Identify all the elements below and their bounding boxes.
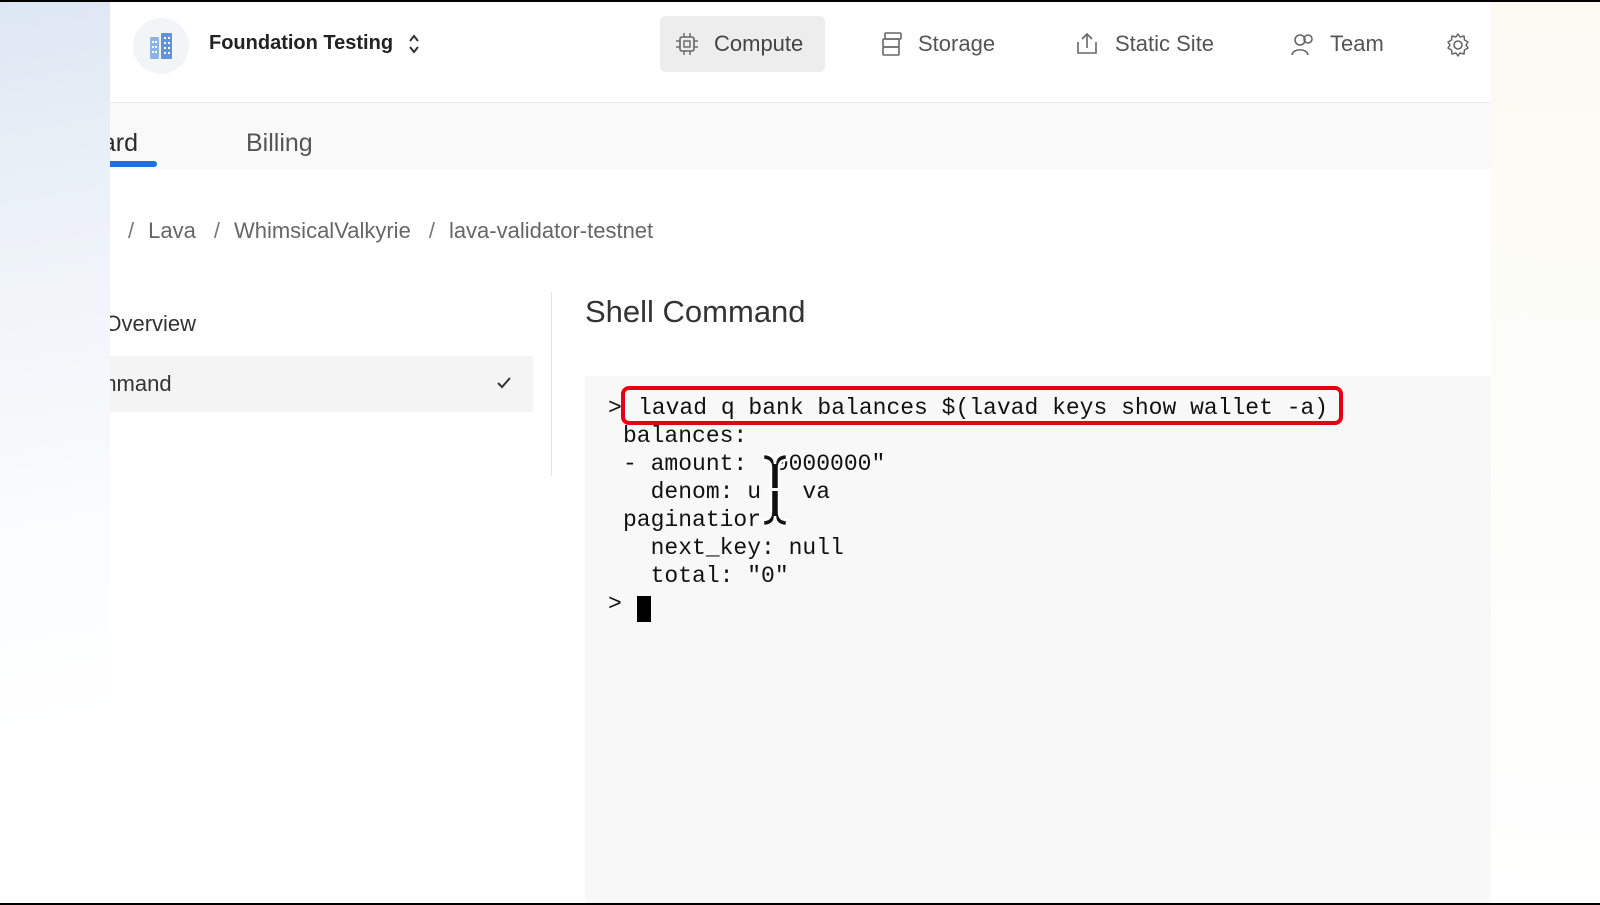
- nav-storage[interactable]: Storage: [880, 16, 995, 72]
- nav-static-site[interactable]: Static Site: [1073, 16, 1214, 72]
- app-window: Foundation Testing Compute Storage Stati…: [110, 2, 1491, 903]
- text-cursor-icon: [761, 452, 789, 528]
- terminal-output-line: paginatior: [623, 507, 762, 533]
- nav-team-label: Team: [1330, 31, 1384, 56]
- terminal-prompt: >: [608, 591, 622, 617]
- gear-icon[interactable]: [1445, 32, 1471, 58]
- panel-title: Shell Command: [585, 294, 806, 329]
- side-divider: [551, 292, 552, 476]
- upload-icon: [1077, 32, 1097, 54]
- users-icon: [1291, 34, 1313, 56]
- breadcrumb: / Lava / WhimsicalValkyrie / lava-valida…: [128, 218, 654, 244]
- terminal[interactable]: > lavad q bank balances $(lavad keys sho…: [585, 376, 1491, 903]
- terminal-output-line: total: "0": [623, 563, 789, 589]
- breadcrumb-item-current: lava-validator-testnet: [448, 218, 654, 243]
- tab-dashboard[interactable]: oard: [110, 129, 138, 158]
- side-menu: e Overview ommand s: [110, 292, 543, 476]
- nav-compute[interactable]: Compute: [660, 16, 825, 72]
- cpu-icon: [676, 33, 698, 55]
- nav-static-site-label: Static Site: [1115, 31, 1215, 56]
- database-icon: [882, 32, 902, 56]
- command-highlight: [621, 386, 1343, 425]
- terminal-cursor: [637, 596, 651, 622]
- breadcrumb-item[interactable]: WhimsicalValkyrie: [234, 218, 411, 244]
- terminal-output-line: balances:: [623, 423, 748, 449]
- terminal-output-line: next_key: null: [623, 535, 844, 561]
- nav-compute-label: Compute: [714, 31, 804, 56]
- nav-storage-label: Storage: [918, 31, 996, 56]
- top-header: Foundation Testing Compute Storage Stati…: [110, 2, 1491, 103]
- terminal-output-line: denom: u va: [623, 479, 831, 505]
- chevron-up-down-icon[interactable]: [407, 32, 421, 56]
- breadcrumb-item[interactable]: Lava: [148, 218, 196, 244]
- check-icon: [497, 377, 511, 389]
- background-right: [1491, 2, 1600, 903]
- screen: Foundation Testing Compute Storage Stati…: [0, 2, 1600, 903]
- side-item-shell-command[interactable]: ommand: [110, 356, 533, 412]
- terminal-prompt: >: [608, 395, 622, 421]
- org-name[interactable]: Foundation Testing: [209, 32, 393, 55]
- side-item-other[interactable]: s: [110, 420, 533, 476]
- background-left: [0, 2, 110, 903]
- sub-tabs: oard Billing: [110, 103, 1491, 169]
- side-item-overview[interactable]: e Overview: [110, 296, 533, 352]
- terminal-output-line: - amount: 0000000": [623, 451, 886, 477]
- building-icon: [150, 33, 172, 59]
- nav-team[interactable]: Team: [1290, 16, 1384, 72]
- org-logo[interactable]: [133, 18, 189, 74]
- active-tab-indicator: [110, 161, 157, 167]
- tab-billing[interactable]: Billing: [246, 129, 313, 158]
